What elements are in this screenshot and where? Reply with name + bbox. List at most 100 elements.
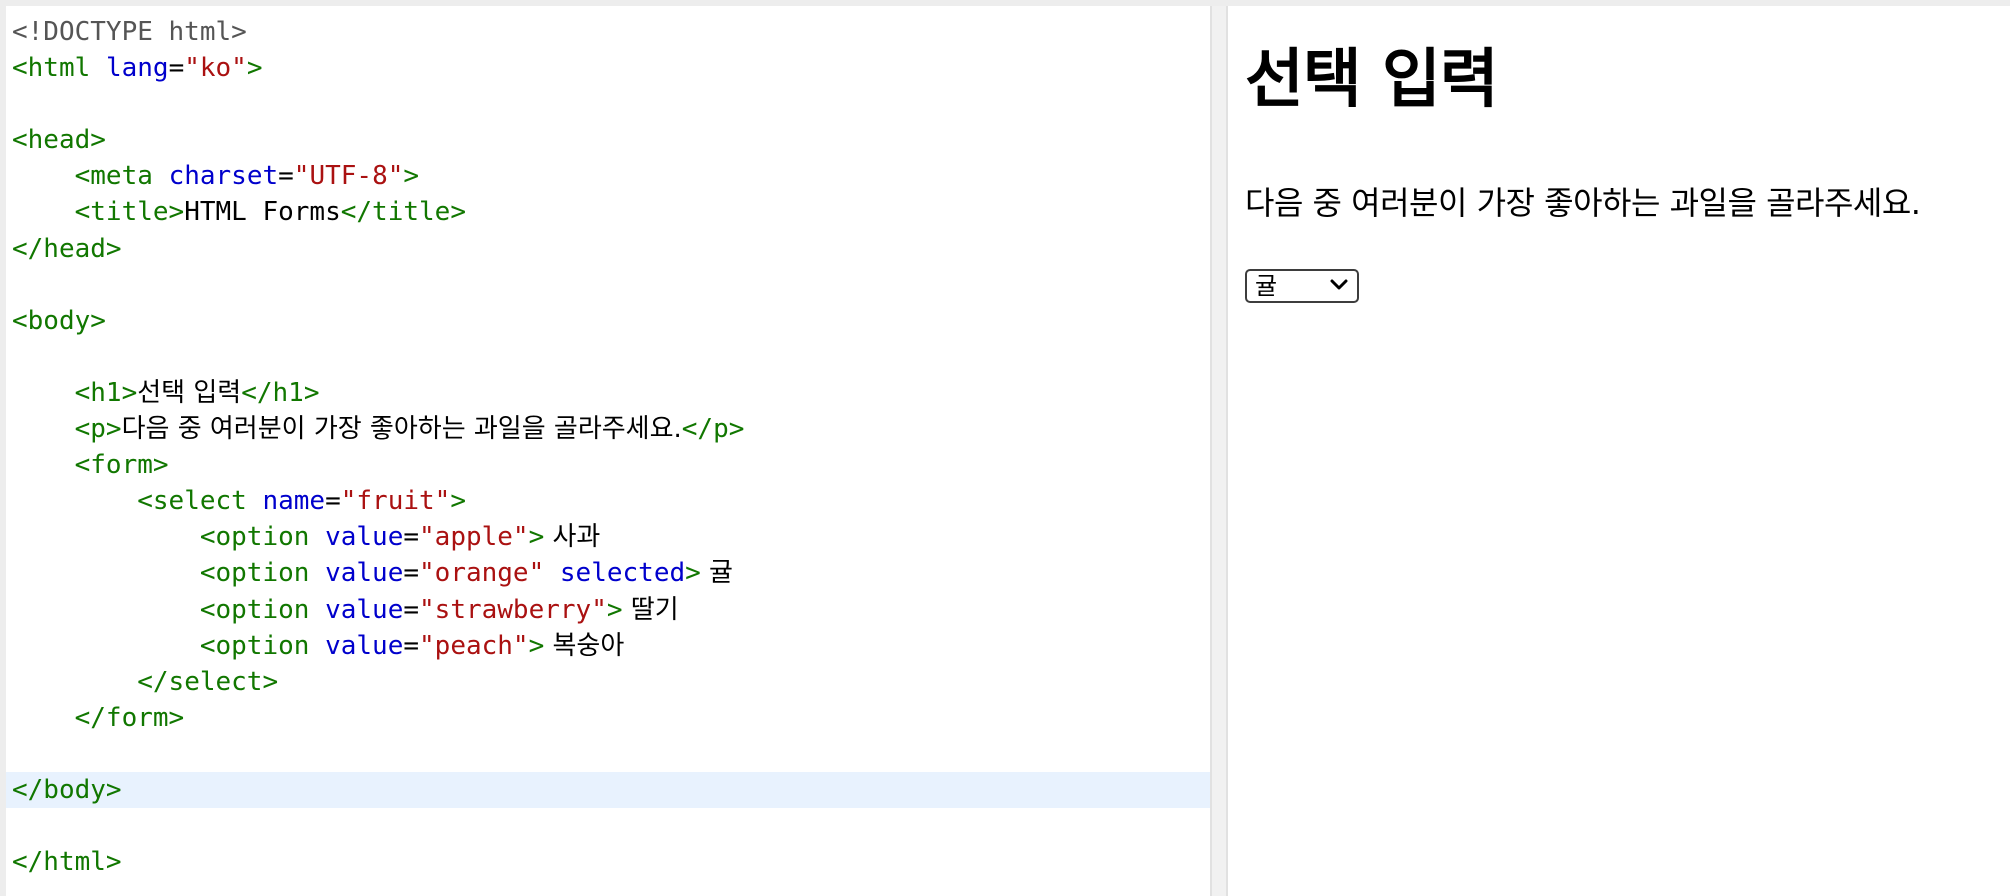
- code-token: <html: [12, 53, 91, 84]
- pane-divider[interactable]: [1210, 6, 1228, 896]
- app-window: <!DOCTYPE html> <html lang="ko"> <head> <…: [0, 0, 2010, 896]
- code-token: <option: [199, 558, 310, 589]
- code-line[interactable]: [6, 736, 1210, 772]
- code-line[interactable]: </head>: [6, 231, 1210, 267]
- code-line[interactable]: <title>HTML Forms</title>: [6, 194, 1210, 230]
- code-token: selected: [559, 558, 686, 589]
- code-token: <option: [199, 630, 310, 661]
- code-token: <option: [199, 594, 310, 625]
- code-token: value: [325, 594, 404, 625]
- fruit-form: 귤: [1245, 269, 1359, 303]
- code-token: </p>: [681, 414, 745, 445]
- code-line[interactable]: <head>: [6, 122, 1210, 158]
- page-paragraph: 다음 중 여러분이 가장 좋아하는 과일을 골라주세요.: [1245, 184, 1921, 222]
- code-token: <option: [199, 522, 310, 553]
- code-token: >: [246, 53, 263, 84]
- code-token: </h1>: [241, 377, 320, 408]
- code-line[interactable]: </body>: [6, 771, 1210, 809]
- code-line[interactable]: <option value="strawberry"> 딸기: [6, 592, 1210, 628]
- code-token: <h1>: [74, 377, 138, 408]
- code-token: value: [325, 558, 404, 589]
- code-token: >: [528, 630, 545, 661]
- code-token: <body>: [12, 305, 106, 336]
- code-token: <meta: [74, 161, 153, 192]
- code-token: =: [403, 558, 420, 589]
- code-line[interactable]: <p>다음 중 여러분이 가장 좋아하는 과일을 골라주세요.</p>: [6, 411, 1210, 447]
- code-token: =: [403, 594, 420, 625]
- code-line[interactable]: <option value="orange" selected> 귤: [6, 555, 1210, 591]
- code-token: <!DOCTYPE html>: [12, 17, 247, 47]
- chevron-down-icon: [1330, 279, 1348, 290]
- code-line[interactable]: [6, 86, 1210, 122]
- code-line[interactable]: [6, 808, 1210, 844]
- page-heading: 선택 입력: [1245, 43, 1499, 117]
- code-token: "strawberry": [419, 594, 607, 625]
- code-token: name: [262, 486, 326, 517]
- code-token: <p>: [74, 414, 122, 445]
- code-token: </select>: [137, 666, 279, 697]
- fruit-select-value: 귤: [1255, 272, 1278, 300]
- code-token: >: [606, 594, 623, 625]
- code-line[interactable]: <form>: [6, 447, 1210, 483]
- code-token: 다음 중 여러분이 가장 좋아하는 과일을 골라주세요.: [121, 414, 682, 445]
- code-token: <title>: [74, 197, 185, 228]
- code-line[interactable]: </form>: [6, 700, 1210, 736]
- code-token: >: [685, 558, 701, 589]
- code-line[interactable]: <select name="fruit">: [6, 483, 1210, 519]
- code-token: charset: [168, 161, 279, 192]
- code-token: <form>: [74, 450, 169, 481]
- code-line[interactable]: [6, 339, 1210, 375]
- code-token: "peach": [419, 630, 529, 661]
- code-line[interactable]: </select>: [6, 664, 1210, 700]
- code-token: "ko": [184, 53, 247, 84]
- code-token: =: [278, 161, 294, 192]
- code-token: 귤: [700, 558, 733, 589]
- code-token: =: [403, 522, 420, 553]
- code-line[interactable]: <option value="apple"> 사과: [6, 519, 1210, 555]
- code-line[interactable]: <html lang="ko">: [6, 50, 1210, 86]
- code-token: </form>: [74, 702, 185, 733]
- code-token: "orange": [419, 558, 545, 589]
- code-editor[interactable]: <!DOCTYPE html> <html lang="ko"> <head> <…: [6, 6, 1210, 896]
- code-token: 선택 입력: [137, 377, 242, 408]
- code-token: value: [325, 522, 404, 553]
- code-token: HTML Forms: [184, 197, 341, 228]
- code-token: >: [528, 522, 545, 553]
- code-token: </title>: [340, 197, 466, 228]
- code-line[interactable]: <!DOCTYPE html>: [6, 14, 1210, 50]
- code-line[interactable]: <option value="peach"> 복숭아: [6, 628, 1210, 664]
- fruit-select[interactable]: 귤: [1245, 269, 1359, 303]
- code-token: "UTF-8": [293, 161, 404, 192]
- code-line[interactable]: </html>: [6, 844, 1210, 880]
- code-line[interactable]: <meta charset="UTF-8">: [6, 158, 1210, 194]
- code-line[interactable]: <h1>선택 입력</h1>: [6, 375, 1210, 411]
- code-token: </head>: [12, 233, 122, 264]
- code-lines[interactable]: <!DOCTYPE html> <html lang="ko"> <head> <…: [6, 14, 1210, 880]
- code-token: >: [403, 161, 420, 192]
- code-line[interactable]: <body>: [6, 303, 1210, 339]
- code-token: <select: [137, 486, 247, 517]
- code-token: >: [450, 486, 466, 517]
- code-token: =: [325, 486, 341, 517]
- code-token: =: [168, 53, 185, 84]
- code-token: value: [325, 630, 404, 661]
- preview-pane: 선택 입력 다음 중 여러분이 가장 좋아하는 과일을 골라주세요. 귤: [1228, 6, 2010, 896]
- code-line[interactable]: [6, 267, 1210, 303]
